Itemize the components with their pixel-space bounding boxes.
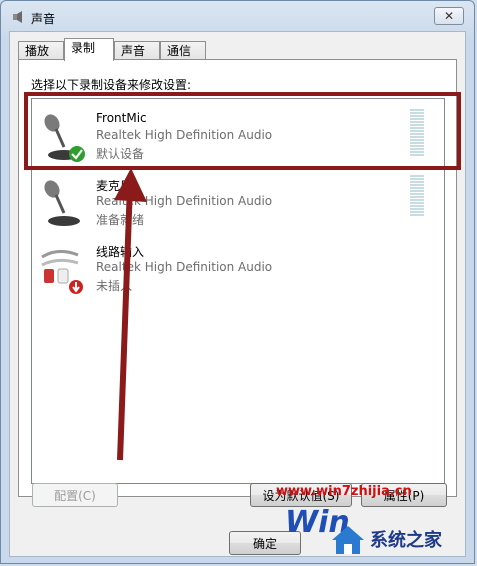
annotation-highlight-box — [24, 92, 461, 170]
device-driver: Realtek High Definition Audio — [96, 194, 273, 208]
house-logo-icon — [332, 526, 364, 554]
watermark-badge: 系统之家 — [330, 520, 466, 560]
device-item-microphone[interactable]: 麦克风 Realtek High Definition Audio 准备就绪 — [32, 169, 444, 231]
device-status: 未插入 — [96, 279, 133, 293]
microphone-icon — [44, 180, 80, 226]
close-button[interactable]: ✕ — [434, 7, 464, 25]
level-meter — [410, 175, 424, 225]
tab-recording[interactable]: 录制 — [64, 38, 114, 61]
device-driver: Realtek High Definition Audio — [96, 260, 273, 274]
tab-communications[interactable]: 通信 — [160, 41, 206, 60]
tab-playback[interactable]: 播放 — [18, 41, 64, 60]
device-item-line-in[interactable]: 线路输入 Realtek High Definition Audio 未插入 — [32, 235, 444, 297]
window-title: 声音 — [31, 12, 56, 26]
close-icon: ✕ — [443, 9, 455, 23]
watermark-logo-text: 系统之家 — [370, 530, 442, 551]
unplugged-icon — [69, 280, 83, 294]
device-status: 准备就绪 — [96, 213, 145, 227]
tab-sounds[interactable]: 声音 — [114, 41, 160, 60]
configure-button[interactable]: 配置(C) — [32, 483, 118, 507]
title-bar: 声音 ✕ — [1, 1, 474, 31]
device-name: 麦克风 — [96, 179, 133, 193]
sound-dialog-window: 声音 ✕ 播放 录制 声音 通信 选择以下录制设备来修改设置: FrontMic… — [0, 0, 475, 564]
watermark-url: www.win7zhijia.cn — [276, 484, 412, 499]
device-name: 线路输入 — [96, 245, 145, 259]
speaker-icon — [13, 11, 22, 23]
instruction-label: 选择以下录制设备来修改设置: — [31, 78, 192, 92]
